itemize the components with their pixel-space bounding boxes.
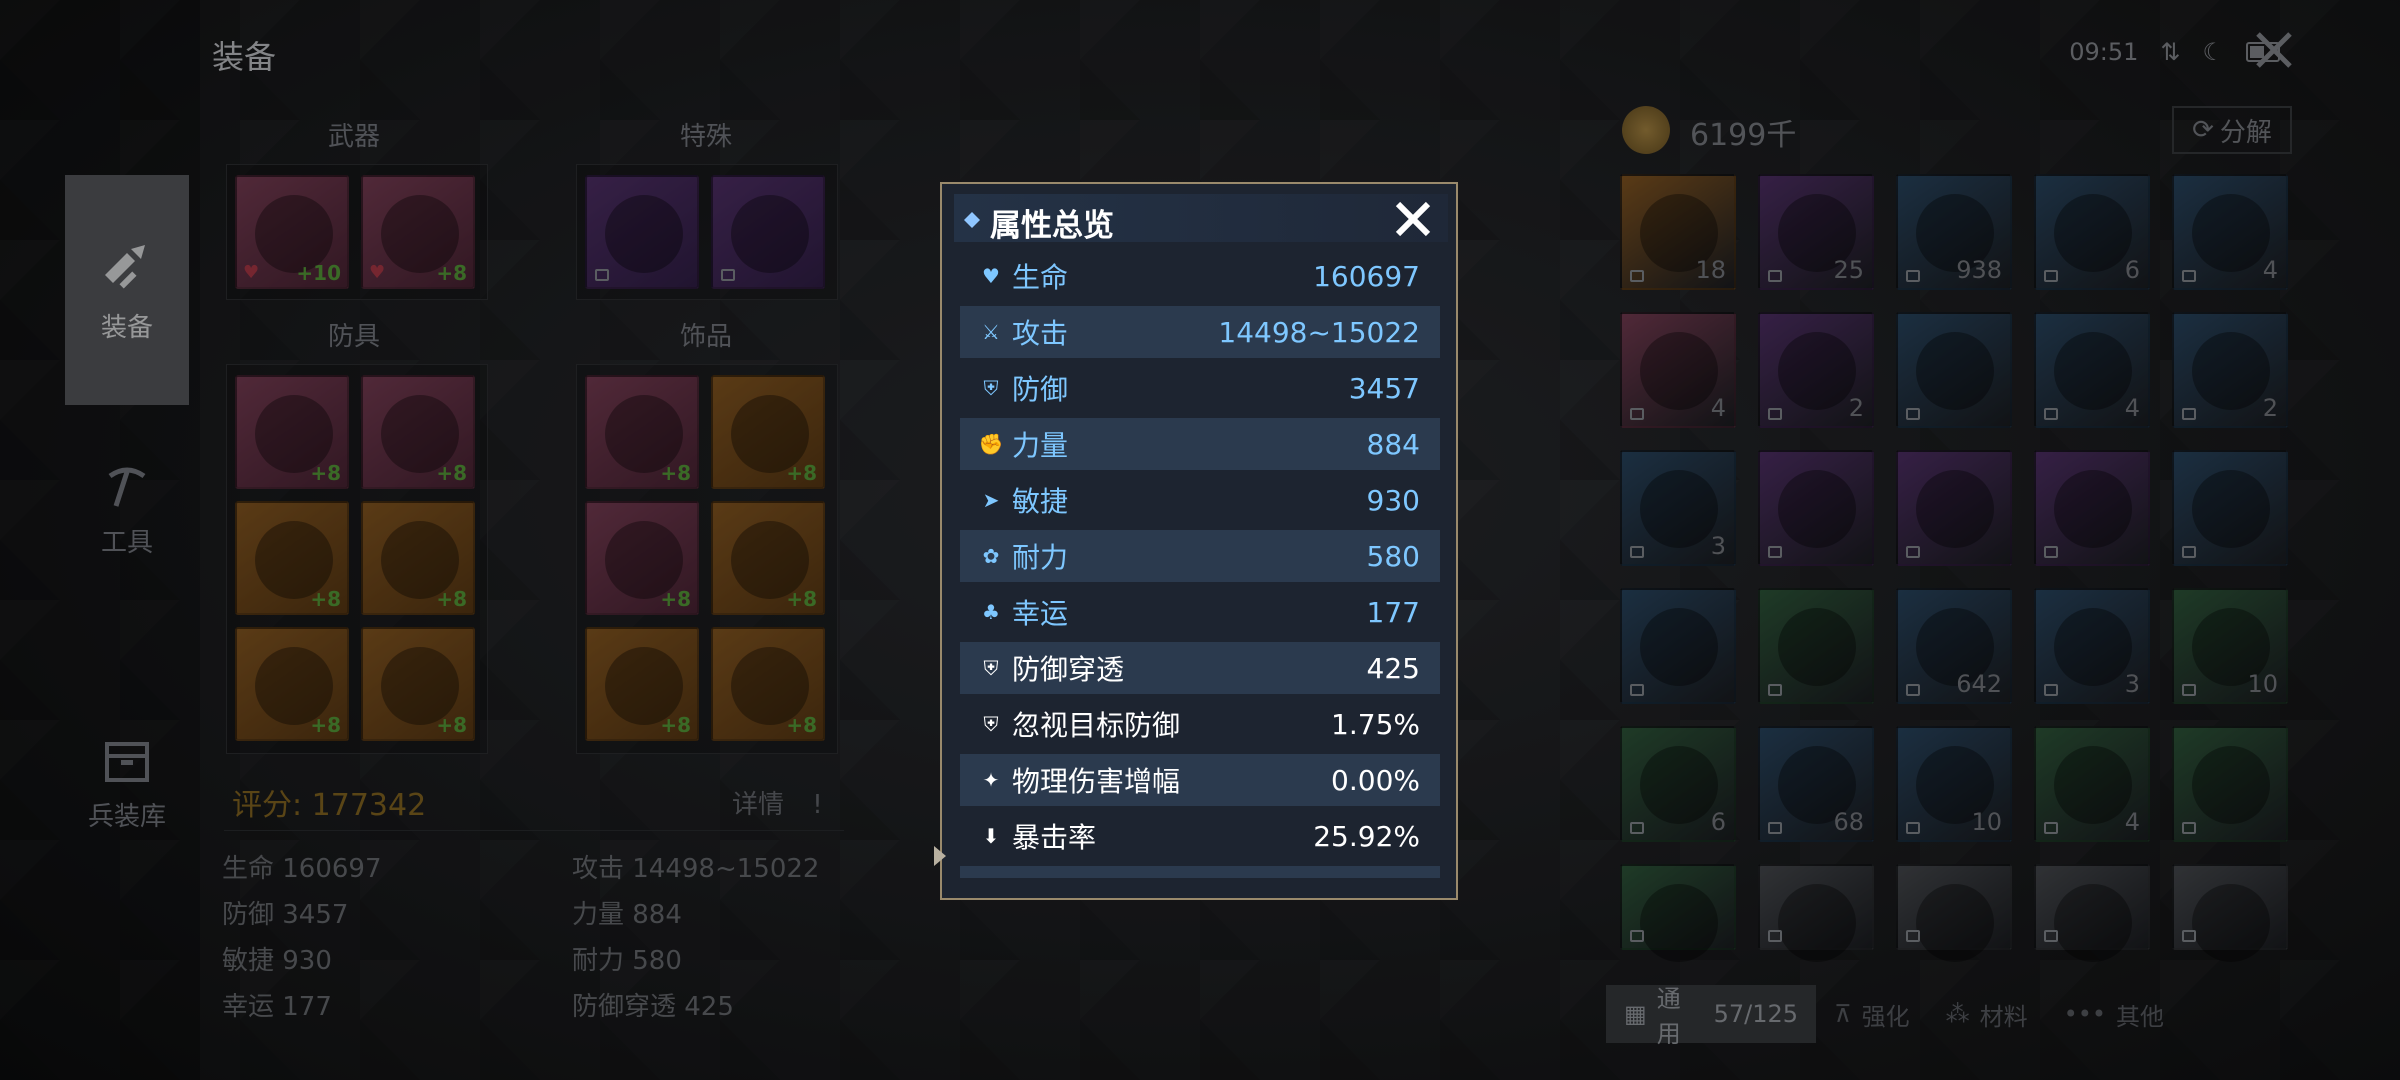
dialog-title: 属性总览 xyxy=(990,208,1114,244)
attribute-row: ✦ 物理伤害增幅 0.00% xyxy=(960,754,1440,806)
attribute-value: 160697 xyxy=(1313,259,1420,293)
attribute-row: ✿ 耐力 580 xyxy=(960,530,1440,582)
attribute-value: 1.75% xyxy=(1331,707,1420,741)
crit-icon: ⬇ xyxy=(982,824,1000,848)
attribute-name: 敏捷 xyxy=(1012,485,1069,518)
attribute-row: ⚔ 攻击 14498~15022 xyxy=(960,306,1440,358)
shield-ignore-icon: ⛨ xyxy=(983,712,999,736)
shield-break-icon: ⛨ xyxy=(983,656,999,680)
attribute-value: 425 xyxy=(1366,651,1420,685)
attribute-row: ♥ 生命 160697 xyxy=(960,250,1440,302)
close-icon[interactable] xyxy=(1392,198,1434,240)
attribute-value: 14498~15022 xyxy=(1218,315,1420,349)
clover-icon: ♣ xyxy=(982,600,1000,624)
shield-icon: ⛨ xyxy=(983,376,999,400)
sword-icon: ⚔ xyxy=(982,320,1000,344)
attribute-row: ⛨ 防御 3457 xyxy=(960,362,1440,414)
damage-boost-icon: ✦ xyxy=(982,768,1000,792)
attribute-row: ⛨ 防御穿透 425 xyxy=(960,642,1440,694)
attribute-name: 幸运 xyxy=(1012,597,1069,630)
attribute-name: 防御穿透 xyxy=(1012,653,1125,686)
heart-icon: ♥ xyxy=(982,264,1000,288)
attribute-value: 0.00% xyxy=(1331,763,1420,797)
attribute-name: 力量 xyxy=(1012,429,1069,462)
attribute-overview-dialog: 属性总览 ♥ 生命 160697 ⚔ 攻击 14498~15022 ⛨ 防御 3457 ✊ 力量 88… xyxy=(940,182,1458,900)
attribute-row: ⬇ 暴击率 25.92% xyxy=(960,810,1440,862)
scroll-indicator-icon xyxy=(934,846,946,866)
boot-icon: ➤ xyxy=(982,488,1000,512)
muscle-icon: ✊ xyxy=(978,432,1004,456)
attribute-name: 攻击 xyxy=(1012,317,1069,350)
attribute-name: 防御 xyxy=(1012,373,1069,406)
attribute-value: 930 xyxy=(1366,483,1420,517)
paw-icon: ✿ xyxy=(982,544,1000,568)
attribute-name: 耐力 xyxy=(1012,541,1069,574)
attribute-value: 884 xyxy=(1366,427,1420,461)
attribute-value: 580 xyxy=(1366,539,1420,573)
attribute-row-partial xyxy=(960,866,1440,878)
attribute-name: 物理伤害增幅 xyxy=(1012,765,1181,798)
attribute-value: 25.92% xyxy=(1313,819,1420,853)
attribute-value: 3457 xyxy=(1348,371,1420,405)
attribute-row: ♣ 幸运 177 xyxy=(960,586,1440,638)
diamond-icon xyxy=(964,212,980,228)
attribute-row: ⛨ 忽视目标防御 1.75% xyxy=(960,698,1440,750)
attribute-name: 生命 xyxy=(1012,261,1069,294)
attribute-value: 177 xyxy=(1366,595,1420,629)
attribute-row: ➤ 敏捷 930 xyxy=(960,474,1440,526)
attribute-row: ✊ 力量 884 xyxy=(960,418,1440,470)
attribute-name: 忽视目标防御 xyxy=(1012,709,1181,742)
attribute-name: 暴击率 xyxy=(1012,821,1097,854)
